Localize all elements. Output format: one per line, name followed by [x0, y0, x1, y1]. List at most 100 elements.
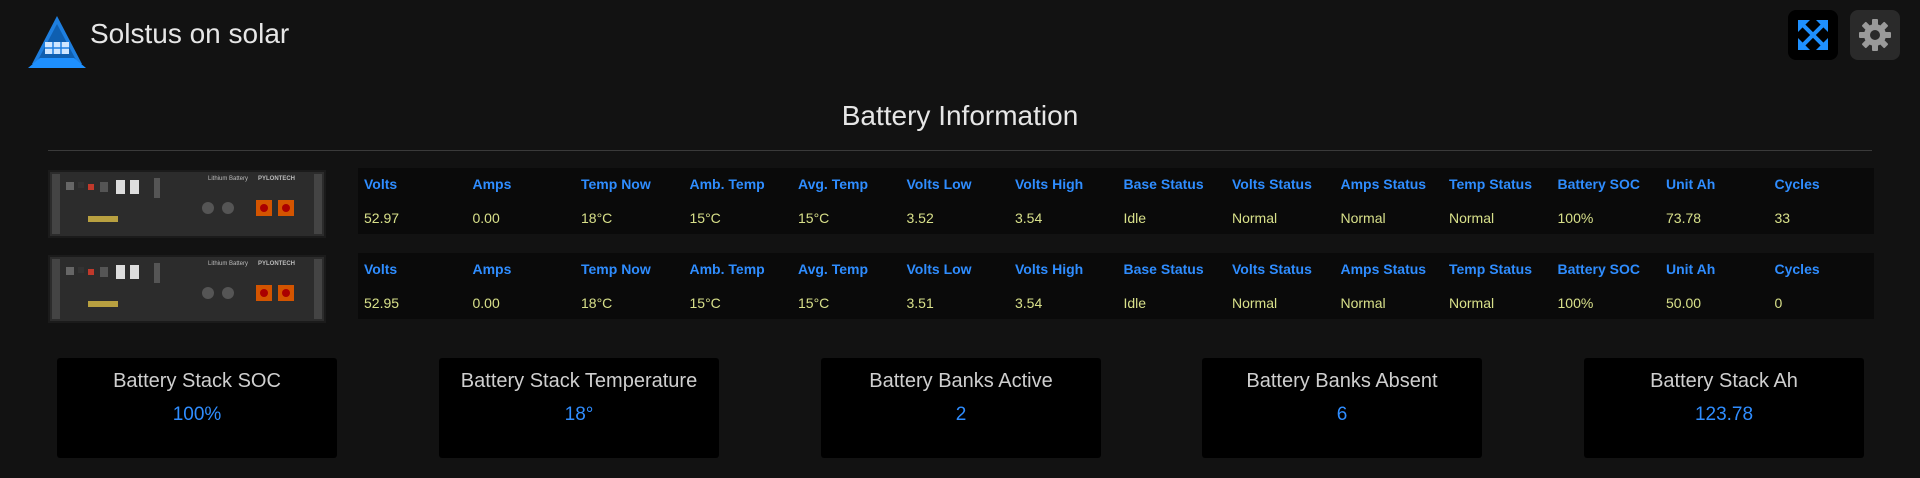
- battery-row: Lithium Battery PYLONTECH Volts 52.97 Amps…: [48, 168, 1874, 240]
- battery-cell: Battery SOC 100%: [1552, 253, 1660, 319]
- column-value: 3.51: [906, 295, 934, 311]
- battery-image-label: Lithium Battery: [208, 176, 248, 182]
- battery-cell: Avg. Temp 15°C: [792, 168, 900, 234]
- summary-card-stack-ah: Battery Stack Ah 123.78: [1584, 358, 1864, 458]
- column-header: Volts Low: [906, 261, 972, 277]
- gear-icon: [1859, 19, 1891, 51]
- battery-cell: Volts High 3.54: [1009, 253, 1117, 319]
- battery-cell: Volts Low 3.52: [901, 168, 1009, 234]
- column-header: Cycles: [1774, 176, 1820, 192]
- battery-cell: Temp Status Normal: [1443, 253, 1551, 319]
- fullscreen-button[interactable]: [1788, 10, 1838, 60]
- column-header: Amps Status: [1340, 176, 1427, 192]
- battery-brand-label: PYLONTECH: [258, 176, 295, 182]
- column-header: Volts Status: [1232, 261, 1312, 277]
- card-label: Battery Stack SOC: [113, 370, 281, 392]
- column-header: Amps: [472, 176, 512, 192]
- battery-cell: Unit Ah 73.78: [1660, 168, 1768, 234]
- column-header: Cycles: [1774, 261, 1820, 277]
- card-value: 18°: [564, 404, 594, 425]
- column-value: 15°C: [798, 210, 830, 226]
- battery-cell: Volts Status Normal: [1226, 253, 1334, 319]
- battery-cell: Volts Status Normal: [1226, 168, 1334, 234]
- battery-cell: Amps Status Normal: [1335, 168, 1443, 234]
- column-value: 15°C: [689, 210, 721, 226]
- column-value: 73.78: [1666, 210, 1702, 226]
- battery-cell: Battery SOC 100%: [1552, 168, 1660, 234]
- summary-cards: Battery Stack SOC 100% Battery Stack Tem…: [0, 358, 1920, 458]
- column-value: 50.00: [1666, 295, 1702, 311]
- battery-cell: Amb. Temp 15°C: [684, 168, 792, 234]
- divider: [48, 150, 1872, 151]
- column-value: Normal: [1340, 210, 1386, 226]
- battery-data-panel: Volts 52.95 Amps 0.00 Temp Now 18°C Amb. Temp 1…: [358, 253, 1874, 319]
- card-value: 123.78: [1694, 404, 1754, 425]
- column-value: 100%: [1557, 210, 1594, 226]
- column-header: Battery SOC: [1557, 176, 1640, 192]
- battery-cell: Temp Now 18°C: [575, 168, 683, 234]
- column-header: Volts High: [1015, 261, 1084, 277]
- card-label: Battery Banks Absent: [1246, 370, 1438, 392]
- column-value: Normal: [1449, 210, 1495, 226]
- battery-image-label: Lithium Battery: [208, 261, 248, 267]
- column-value: 52.97: [364, 210, 400, 226]
- card-label: Battery Stack Temperature: [460, 370, 698, 392]
- battery-cell: Volts High 3.54: [1009, 168, 1117, 234]
- card-label: Battery Stack Ah: [1650, 370, 1798, 392]
- column-header: Unit Ah: [1666, 176, 1716, 192]
- column-header: Temp Status: [1449, 176, 1532, 192]
- battery-module-image: Lithium Battery PYLONTECH: [48, 255, 326, 323]
- battery-data-panel: Volts 52.97 Amps 0.00 Temp Now 18°C Amb. Temp 1…: [358, 168, 1874, 234]
- column-value: Idle: [1123, 295, 1147, 311]
- column-header: Volts High: [1015, 176, 1084, 192]
- column-value: 0.00: [472, 210, 500, 226]
- battery-cell: Unit Ah 50.00: [1660, 253, 1768, 319]
- summary-card-stack-soc: Battery Stack SOC 100%: [57, 358, 337, 458]
- column-value: 15°C: [798, 295, 830, 311]
- summary-card-stack-temperature: Battery Stack Temperature 18°: [439, 358, 719, 458]
- card-value: 100%: [172, 404, 222, 425]
- column-value: Normal: [1232, 210, 1278, 226]
- column-header: Amps: [472, 261, 512, 277]
- column-value: Normal: [1340, 295, 1386, 311]
- column-value: Normal: [1232, 295, 1278, 311]
- battery-cell: Amps 0.00: [467, 168, 575, 234]
- column-header: Volts: [364, 261, 398, 277]
- battery-cell: Cycles 33: [1769, 168, 1877, 234]
- column-value: 18°C: [581, 295, 613, 311]
- battery-cell: Amb. Temp 15°C: [684, 253, 792, 319]
- column-header: Temp Now: [581, 176, 651, 192]
- column-value: 18°C: [581, 210, 613, 226]
- solar-tent-logo-icon: [28, 16, 86, 68]
- summary-card-banks-absent: Battery Banks Absent 6: [1202, 358, 1482, 458]
- column-header: Amps Status: [1340, 261, 1427, 277]
- battery-cell: Volts 52.95: [358, 253, 466, 319]
- column-header: Volts: [364, 176, 398, 192]
- column-header: Base Status: [1123, 261, 1204, 277]
- column-header: Amb. Temp: [689, 261, 765, 277]
- column-header: Volts Low: [906, 176, 972, 192]
- column-value: 0: [1774, 295, 1783, 311]
- column-header: Volts Status: [1232, 176, 1312, 192]
- battery-row: Lithium Battery PYLONTECH Volts 52.95 Amps…: [48, 253, 1874, 325]
- fullscreen-icon: [1798, 20, 1828, 50]
- battery-cell: Base Status Idle: [1118, 168, 1226, 234]
- column-value: Normal: [1449, 295, 1495, 311]
- column-value: 52.95: [364, 295, 400, 311]
- column-value: 3.54: [1015, 210, 1043, 226]
- card-label: Battery Banks Active: [869, 370, 1053, 392]
- column-value: Idle: [1123, 210, 1147, 226]
- column-header: Temp Status: [1449, 261, 1532, 277]
- column-value: 0.00: [472, 295, 500, 311]
- column-header: Avg. Temp: [798, 176, 869, 192]
- battery-cell: Amps Status Normal: [1335, 253, 1443, 319]
- column-header: Temp Now: [581, 261, 651, 277]
- battery-cell: Temp Now 18°C: [575, 253, 683, 319]
- battery-module-image: Lithium Battery PYLONTECH: [48, 170, 326, 238]
- top-bar: Solstus on solar: [0, 0, 1920, 72]
- settings-button[interactable]: [1850, 10, 1900, 60]
- column-header: Amb. Temp: [689, 176, 765, 192]
- column-header: Battery SOC: [1557, 261, 1640, 277]
- battery-cell: Cycles 0: [1769, 253, 1877, 319]
- summary-card-banks-active: Battery Banks Active 2: [821, 358, 1101, 458]
